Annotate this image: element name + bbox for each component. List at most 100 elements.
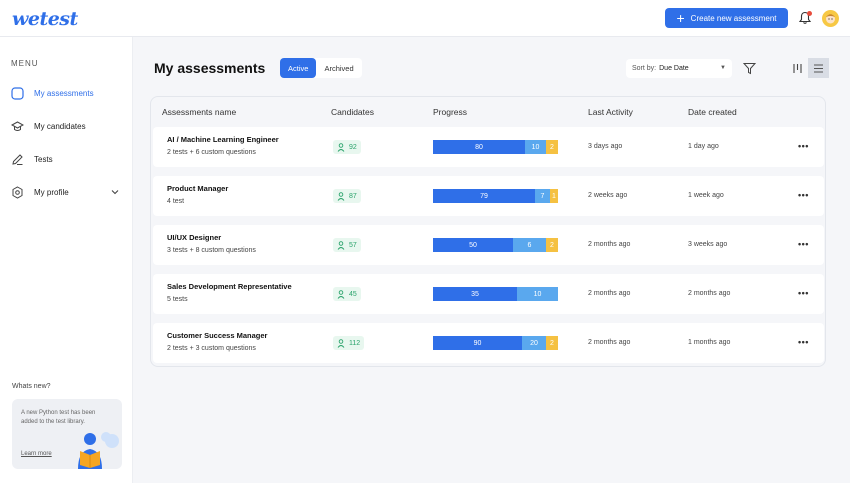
last-activity: 3 days ago: [588, 143, 623, 150]
pencil-icon: [10, 152, 24, 166]
assessment-details: 5 tests: [167, 296, 188, 303]
filter-icon[interactable]: [743, 62, 756, 75]
candidates-badge[interactable]: 112: [333, 336, 365, 350]
candidates-badge[interactable]: 87: [333, 189, 361, 203]
column-header-progress: Progress: [433, 107, 468, 117]
progress-segment-completed: 50: [433, 238, 513, 252]
more-options-icon[interactable]: •••: [798, 190, 809, 200]
top-bar: wetest + Create new assessment: [0, 0, 850, 37]
list-view-button[interactable]: [808, 58, 829, 78]
learn-more-link[interactable]: Learn more: [21, 451, 52, 457]
progress-segment-completed: 80: [433, 140, 525, 154]
more-options-icon[interactable]: •••: [798, 337, 809, 347]
tab-archived[interactable]: Archived: [316, 58, 361, 78]
assessment-name[interactable]: Product Manager: [167, 184, 228, 193]
progress-segment-pending: 2: [546, 238, 558, 252]
progress-segment-pending: 2: [546, 336, 558, 350]
more-options-icon[interactable]: •••: [798, 141, 809, 151]
person-icon: [337, 338, 345, 348]
sort-label: Sort by:: [632, 65, 657, 72]
logo[interactable]: wetest: [12, 8, 78, 30]
candidates-badge[interactable]: 92: [333, 140, 361, 154]
person-icon: [337, 240, 345, 250]
progress-segment-pending: 2: [546, 140, 558, 154]
table-row[interactable]: UI/UX Designer 3 tests + 8 custom questi…: [153, 225, 824, 265]
sidebar-item-label: My candidates: [34, 121, 86, 131]
assessment-name[interactable]: Customer Success Manager: [167, 331, 267, 340]
candidates-count: 87: [349, 192, 357, 200]
sidebar-item-my-assessments[interactable]: My assessments: [10, 85, 125, 101]
candidates-count: 112: [349, 339, 361, 347]
plus-icon: +: [676, 9, 685, 26]
date-created: 1 day ago: [688, 143, 719, 150]
table-row[interactable]: Sales Development Representative 5 tests…: [153, 274, 824, 314]
assessment-details: 2 tests + 6 custom questions: [167, 149, 256, 156]
assessments-table: Assessments name Candidates Progress Las…: [150, 96, 826, 367]
person-icon: [337, 142, 345, 152]
column-view-button[interactable]: [787, 58, 808, 78]
sidebar-item-my-candidates[interactable]: My candidates: [10, 118, 125, 134]
column-header-date-created: Date created: [688, 107, 737, 117]
progress-segment-pending: 1: [550, 189, 558, 203]
promo-card: A new Python test has been added to the …: [12, 399, 122, 469]
progress-bar: 35 10: [433, 287, 558, 301]
gear-icon: [10, 185, 24, 199]
date-created: 1 months ago: [688, 339, 731, 346]
table-row[interactable]: Customer Success Manager 2 tests + 3 cus…: [153, 323, 824, 363]
last-activity: 2 months ago: [588, 339, 631, 346]
sidebar-item-label: Tests: [34, 154, 53, 164]
progress-segment-in-progress: 20: [522, 336, 546, 350]
progress-segment-in-progress: 10: [517, 287, 558, 301]
assessment-details: 4 test: [167, 198, 185, 205]
candidates-badge[interactable]: 45: [333, 287, 361, 301]
view-toggle: [787, 58, 829, 78]
create-assessment-button[interactable]: + Create new assessment: [665, 8, 788, 28]
progress-segment-completed: 79: [433, 189, 535, 203]
sort-value: Due Date: [659, 65, 689, 72]
date-created: 3 weeks ago: [688, 241, 728, 248]
candidates-count: 45: [349, 290, 357, 298]
assessment-name[interactable]: UI/UX Designer: [167, 233, 221, 242]
last-activity: 2 months ago: [588, 290, 631, 297]
avatar[interactable]: [822, 10, 839, 27]
progress-segment-in-progress: 7: [535, 189, 550, 203]
column-header-candidates: Candidates: [331, 107, 375, 117]
column-header-last-activity: Last Activity: [588, 107, 633, 117]
last-activity: 2 weeks ago: [588, 192, 628, 199]
chevron-down-icon[interactable]: [111, 187, 119, 197]
sort-dropdown[interactable]: Sort by: Due Date ▼: [626, 59, 732, 78]
sidebar-item-label: My assessments: [34, 88, 94, 98]
candidates-badge[interactable]: 57: [333, 238, 361, 252]
reading-person-illustration: [78, 432, 119, 469]
sidebar-item-my-profile[interactable]: My profile: [10, 184, 125, 200]
last-activity: 2 months ago: [588, 241, 631, 248]
sidebar: MENU My assessments My candidates Tests …: [0, 37, 133, 483]
create-assessment-label: Create new assessment: [690, 13, 777, 23]
progress-segment-in-progress: 10: [525, 140, 546, 154]
assessment-name[interactable]: Sales Development Representative: [167, 282, 292, 291]
sidebar-item-tests[interactable]: Tests: [10, 151, 125, 167]
person-icon: [337, 289, 345, 299]
date-created: 2 months ago: [688, 290, 731, 297]
person-icon: [337, 191, 345, 201]
table-row[interactable]: Product Manager 4 test 87 79 7 1 2 weeks…: [153, 176, 824, 216]
more-options-icon[interactable]: •••: [798, 239, 809, 249]
status-tabs: Active Archived: [280, 58, 362, 78]
sidebar-item-label: My profile: [34, 187, 69, 197]
column-header-name: Assessments name: [162, 107, 237, 117]
progress-bar: 80 10 2: [433, 140, 558, 154]
table-row[interactable]: AI / Machine Learning Engineer 2 tests +…: [153, 127, 824, 167]
caret-down-icon: ▼: [720, 65, 726, 71]
progress-segment-completed: 90: [433, 336, 522, 350]
assessment-name[interactable]: AI / Machine Learning Engineer: [167, 135, 279, 144]
notification-dot: [807, 11, 812, 16]
graduation-cap-icon: [10, 119, 24, 133]
assessment-details: 3 tests + 8 custom questions: [167, 247, 256, 254]
more-options-icon[interactable]: •••: [798, 288, 809, 298]
candidates-count: 57: [349, 241, 357, 249]
columns-icon: [793, 63, 802, 73]
progress-segment-completed: 35: [433, 287, 517, 301]
square-icon: [10, 86, 24, 100]
tab-active[interactable]: Active: [280, 58, 317, 78]
progress-bar: 90 20 2: [433, 336, 558, 350]
